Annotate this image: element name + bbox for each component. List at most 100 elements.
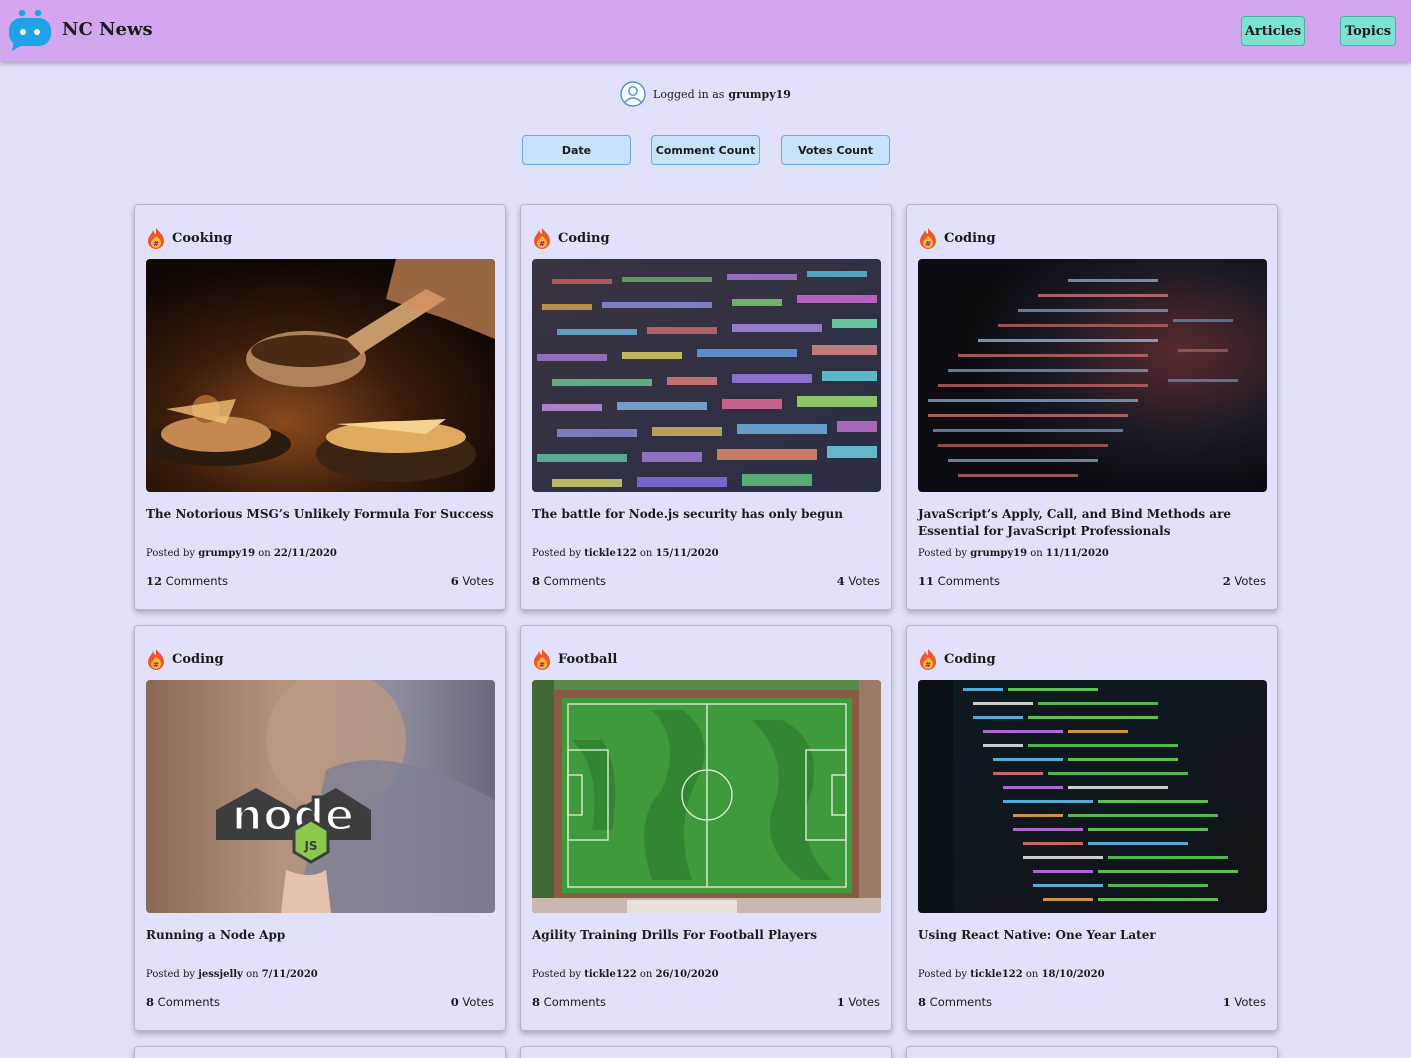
articles-nav-button[interactable]: Articles — [1241, 16, 1305, 46]
article-topic[interactable]: # Coding — [918, 648, 996, 670]
sort-by-date-button[interactable]: Date — [522, 135, 631, 165]
article-title[interactable]: The Notorious MSG’s Unlikely Formula For… — [146, 506, 496, 523]
article-votes: 0 Votes — [451, 995, 494, 1009]
login-prefix: Logged in as — [653, 87, 725, 101]
app-title[interactable]: NC News — [62, 19, 153, 40]
article-meta: Posted by jessjelly on 7/11/2020 — [146, 969, 318, 980]
article-comment-count[interactable]: 12 Comments — [146, 574, 228, 588]
sort-by-votes-count-button[interactable]: Votes Count — [781, 135, 890, 165]
article-date: 15/11/2020 — [655, 548, 719, 559]
article-meta: Posted by tickle122 on 15/11/2020 — [532, 548, 719, 559]
article-comment-count[interactable]: 11 Comments — [918, 574, 1000, 588]
article-title[interactable]: Using React Native: One Year Later — [918, 927, 1268, 944]
hashtag-fire-icon: # — [534, 228, 550, 249]
editor-code-photo[interactable] — [918, 680, 1267, 913]
hashtag-fire-icon: # — [148, 649, 164, 670]
comment-count-value: 8 — [532, 574, 541, 588]
article-comment-count[interactable]: 8 Comments — [918, 995, 992, 1009]
user-avatar-icon — [620, 81, 646, 107]
on-label: on — [1025, 969, 1039, 980]
article-date: 18/10/2020 — [1041, 969, 1105, 980]
posted-by-label: Posted by — [918, 969, 968, 980]
article-author[interactable]: jessjelly — [198, 969, 243, 980]
article-card[interactable]: # Coding node JS Running a Node App Post… — [134, 625, 506, 1031]
article-author[interactable]: grumpy19 — [970, 548, 1027, 559]
article-comment-count[interactable]: 8 Comments — [532, 574, 606, 588]
code-screen-photo[interactable] — [532, 259, 881, 492]
article-votes: 6 Votes — [451, 574, 494, 588]
votes-label: Votes — [848, 574, 880, 588]
comment-count-value: 8 — [918, 995, 927, 1009]
posted-by-label: Posted by — [146, 548, 196, 559]
article-topic[interactable]: # Coding — [146, 648, 224, 670]
votes-value: 6 — [450, 574, 459, 588]
article-topic[interactable]: # Football — [532, 648, 617, 670]
article-author[interactable]: tickle122 — [970, 969, 1022, 980]
article-votes: 4 Votes — [837, 574, 880, 588]
article-votes: 1 Votes — [1223, 995, 1266, 1009]
svg-text:JS: JS — [303, 839, 317, 853]
svg-text:#: # — [539, 240, 545, 248]
comment-count-value: 8 — [532, 995, 541, 1009]
comment-count-value: 12 — [146, 574, 163, 588]
article-date: 26/10/2020 — [655, 969, 719, 980]
votes-label: Votes — [1234, 574, 1266, 588]
article-card-partial[interactable] — [134, 1046, 506, 1058]
posted-by-label: Posted by — [532, 969, 582, 980]
votes-value: 1 — [836, 995, 845, 1009]
article-card[interactable]: # Coding The battle for Node.js security… — [520, 204, 892, 610]
article-topic-label: Coding — [944, 651, 996, 667]
article-card-partial[interactable] — [520, 1046, 892, 1058]
article-topic-label: Coding — [944, 230, 996, 246]
article-topic-label: Coding — [172, 651, 224, 667]
hashtag-fire-icon: # — [148, 228, 164, 249]
article-card-partial[interactable] — [906, 1046, 1278, 1058]
article-topic[interactable]: # Coding — [532, 227, 610, 249]
article-meta: Posted by grumpy19 on 22/11/2020 — [146, 548, 337, 559]
football-pitch-photo[interactable] — [532, 680, 881, 913]
sort-by-comment-count-button[interactable]: Comment Count — [651, 135, 760, 165]
votes-value: 2 — [1222, 574, 1231, 588]
comments-label: Comments — [929, 995, 993, 1009]
hashtag-fire-icon: # — [920, 228, 936, 249]
comments-label: Comments — [157, 995, 221, 1009]
article-meta: Posted by tickle122 on 26/10/2020 — [532, 969, 719, 980]
article-votes: 1 Votes — [837, 995, 880, 1009]
article-title[interactable]: Running a Node App — [146, 927, 496, 944]
article-topic[interactable]: # Coding — [918, 227, 996, 249]
article-author[interactable]: tickle122 — [584, 969, 636, 980]
cooking-photo[interactable] — [146, 259, 495, 492]
node-sticker-photo[interactable]: node JS — [146, 680, 495, 913]
article-title[interactable]: Agility Training Drills For Football Pla… — [532, 927, 882, 944]
svg-text:#: # — [925, 240, 931, 248]
article-date: 11/11/2020 — [1045, 548, 1109, 559]
article-author[interactable]: tickle122 — [584, 548, 636, 559]
chat-bubble-logo-icon[interactable] — [8, 8, 52, 52]
svg-text:#: # — [925, 661, 931, 669]
article-card[interactable]: # Football Agility Training Drills For F… — [520, 625, 892, 1031]
article-comment-count[interactable]: 8 Comments — [532, 995, 606, 1009]
article-card[interactable]: # Coding JavaScript’s Apply, Call, and B… — [906, 204, 1278, 610]
article-title[interactable]: JavaScript’s Apply, Call, and Bind Metho… — [918, 506, 1268, 540]
on-label: on — [258, 548, 271, 559]
hashtag-fire-icon: # — [920, 649, 936, 670]
article-meta: Posted by tickle122 on 18/10/2020 — [918, 969, 1105, 980]
posted-by-label: Posted by — [146, 969, 196, 980]
article-author[interactable]: grumpy19 — [198, 548, 255, 559]
comment-count-value: 8 — [146, 995, 155, 1009]
comments-label: Comments — [543, 995, 607, 1009]
votes-label: Votes — [848, 995, 880, 1009]
article-card[interactable]: # Cooking The Notorious MSG’s Unlikely F… — [134, 204, 506, 610]
on-label: on — [639, 548, 653, 559]
article-title[interactable]: The battle for Node.js security has only… — [532, 506, 882, 523]
article-comment-count[interactable]: 8 Comments — [146, 995, 220, 1009]
votes-value: 1 — [1222, 995, 1231, 1009]
article-topic[interactable]: # Cooking — [146, 227, 232, 249]
posted-by-label: Posted by — [918, 548, 968, 559]
svg-text:#: # — [153, 240, 159, 248]
topics-nav-button[interactable]: Topics — [1340, 16, 1396, 46]
dark-code-photo[interactable] — [918, 259, 1267, 492]
article-topic-label: Coding — [558, 230, 610, 246]
hashtag-fire-icon: # — [534, 649, 550, 670]
article-card[interactable]: # Coding Using React Native: One Year La… — [906, 625, 1278, 1031]
